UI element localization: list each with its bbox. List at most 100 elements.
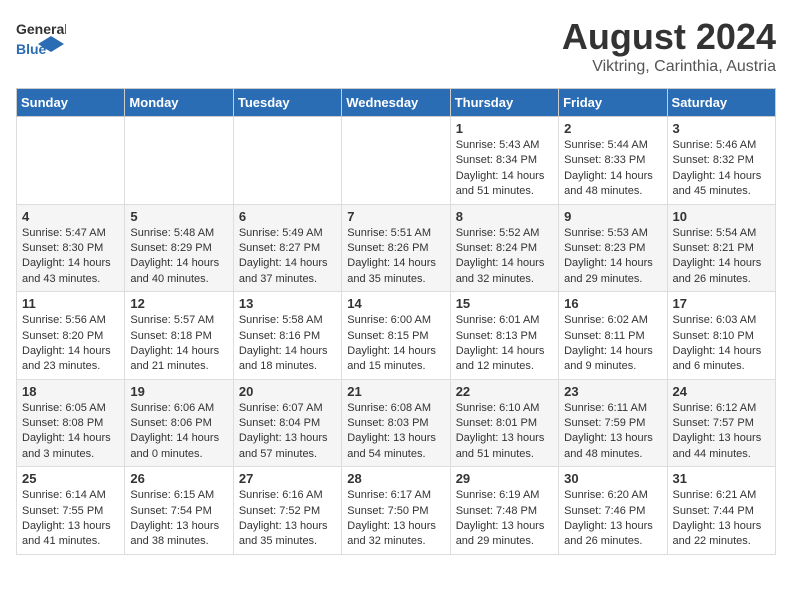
- day-number: 8: [456, 209, 553, 224]
- day-info: Sunrise: 6:19 AM Sunset: 7:48 PM Dayligh…: [456, 488, 553, 550]
- calendar-cell: [17, 117, 125, 205]
- day-info: Sunrise: 6:15 AM Sunset: 7:54 PM Dayligh…: [130, 488, 227, 550]
- day-info: Sunrise: 6:01 AM Sunset: 8:13 PM Dayligh…: [456, 313, 553, 375]
- day-info: Sunrise: 6:17 AM Sunset: 7:50 PM Dayligh…: [347, 488, 444, 550]
- calendar-cell: 7Sunrise: 5:51 AM Sunset: 8:26 PM Daylig…: [342, 204, 450, 292]
- location: Viktring, Carinthia, Austria: [562, 58, 776, 76]
- day-header-saturday: Saturday: [667, 89, 775, 117]
- day-number: 22: [456, 384, 553, 399]
- day-info: Sunrise: 5:48 AM Sunset: 8:29 PM Dayligh…: [130, 226, 227, 288]
- calendar-cell: 4 Sunrise: 5:47 AM Sunset: 8:30 PM Daylig…: [17, 204, 125, 292]
- day-number: 28: [347, 471, 444, 486]
- calendar-cell: 24Sunrise: 6:12 AM Sunset: 7:57 PM Dayli…: [667, 379, 775, 467]
- calendar-cell: 17 Sunrise: 6:03 AM Sunset: 8:10 PM Dayli…: [667, 292, 775, 380]
- calendar-header: SundayMondayTuesdayWednesdayThursdayFrid…: [17, 89, 776, 117]
- header: General Blue August 2024 Viktring, Carint…: [16, 16, 776, 76]
- day-header-sunday: Sunday: [17, 89, 125, 117]
- day-number: 15: [456, 296, 553, 311]
- day-number: 4: [22, 209, 119, 224]
- calendar-cell: 31Sunrise: 6:21 AM Sunset: 7:44 PM Dayli…: [667, 467, 775, 555]
- calendar-week-3: 11 Sunrise: 5:56 AM Sunset: 8:20 PM Dayli…: [17, 292, 776, 380]
- day-info: Sunrise: 6:06 AM Sunset: 8:06 PM Dayligh…: [130, 401, 227, 463]
- calendar-cell: 3Sunrise: 5:46 AM Sunset: 8:32 PM Daylig…: [667, 117, 775, 205]
- title-section: August 2024 Viktring, Carinthia, Austria: [562, 16, 776, 76]
- day-number: 17: [673, 296, 770, 311]
- day-number: 6: [239, 209, 336, 224]
- day-info: Sunrise: 5:54 AM Sunset: 8:21 PM Dayligh…: [673, 226, 770, 288]
- calendar-cell: 29 Sunrise: 6:19 AM Sunset: 7:48 PM Dayli…: [450, 467, 558, 555]
- day-info: Sunrise: 5:47 AM Sunset: 8:30 PM Dayligh…: [22, 226, 119, 288]
- day-number: 13: [239, 296, 336, 311]
- day-info: Sunrise: 6:07 AM Sunset: 8:04 PM Dayligh…: [239, 401, 336, 463]
- calendar-cell: 14Sunrise: 6:00 AM Sunset: 8:15 PM Dayli…: [342, 292, 450, 380]
- day-number: 30: [564, 471, 661, 486]
- day-number: 21: [347, 384, 444, 399]
- day-number: 5: [130, 209, 227, 224]
- day-number: 18: [22, 384, 119, 399]
- day-info: Sunrise: 6:05 AM Sunset: 8:08 PM Dayligh…: [22, 401, 119, 463]
- calendar-cell: [125, 117, 233, 205]
- day-number: 16: [564, 296, 661, 311]
- day-info: Sunrise: 6:03 AM Sunset: 8:10 PM Dayligh…: [673, 313, 770, 375]
- day-number: 1: [456, 121, 553, 136]
- calendar-week-1: 1 Sunrise: 5:43 AM Sunset: 8:34 PM Daylig…: [17, 117, 776, 205]
- day-info: Sunrise: 6:02 AM Sunset: 8:11 PM Dayligh…: [564, 313, 661, 375]
- day-number: 12: [130, 296, 227, 311]
- calendar-week-4: 18 Sunrise: 6:05 AM Sunset: 8:08 PM Dayli…: [17, 379, 776, 467]
- calendar-cell: 2 Sunrise: 5:44 AM Sunset: 8:33 PM Daylig…: [559, 117, 667, 205]
- day-number: 26: [130, 471, 227, 486]
- day-number: 19: [130, 384, 227, 399]
- day-header-wednesday: Wednesday: [342, 89, 450, 117]
- day-info: Sunrise: 5:44 AM Sunset: 8:33 PM Dayligh…: [564, 138, 661, 200]
- calendar-cell: 15 Sunrise: 6:01 AM Sunset: 8:13 PM Dayli…: [450, 292, 558, 380]
- day-info: Sunrise: 5:43 AM Sunset: 8:34 PM Dayligh…: [456, 138, 553, 200]
- generalblue-logo-icon: General Blue: [16, 16, 66, 61]
- calendar-cell: 27 Sunrise: 6:16 AM Sunset: 7:52 PM Dayli…: [233, 467, 341, 555]
- day-number: 2: [564, 121, 661, 136]
- day-info: Sunrise: 5:56 AM Sunset: 8:20 PM Dayligh…: [22, 313, 119, 375]
- day-number: 31: [673, 471, 770, 486]
- calendar-cell: 28 Sunrise: 6:17 AM Sunset: 7:50 PM Dayli…: [342, 467, 450, 555]
- day-info: Sunrise: 6:20 AM Sunset: 7:46 PM Dayligh…: [564, 488, 661, 550]
- day-number: 29: [456, 471, 553, 486]
- calendar-cell: 10 Sunrise: 5:54 AM Sunset: 8:21 PM Dayli…: [667, 204, 775, 292]
- day-number: 23: [564, 384, 661, 399]
- calendar-week-2: 4 Sunrise: 5:47 AM Sunset: 8:30 PM Daylig…: [17, 204, 776, 292]
- calendar-cell: 13Sunrise: 5:58 AM Sunset: 8:16 PM Dayli…: [233, 292, 341, 380]
- day-info: Sunrise: 5:57 AM Sunset: 8:18 PM Dayligh…: [130, 313, 227, 375]
- calendar-cell: 8 Sunrise: 5:52 AM Sunset: 8:24 PM Daylig…: [450, 204, 558, 292]
- calendar-cell: 9Sunrise: 5:53 AM Sunset: 8:23 PM Daylig…: [559, 204, 667, 292]
- calendar-week-5: 25 Sunrise: 6:14 AM Sunset: 7:55 PM Dayli…: [17, 467, 776, 555]
- day-info: Sunrise: 6:12 AM Sunset: 7:57 PM Dayligh…: [673, 401, 770, 463]
- day-info: Sunrise: 6:10 AM Sunset: 8:01 PM Dayligh…: [456, 401, 553, 463]
- day-info: Sunrise: 5:53 AM Sunset: 8:23 PM Dayligh…: [564, 226, 661, 288]
- calendar-cell: 19 Sunrise: 6:06 AM Sunset: 8:06 PM Dayli…: [125, 379, 233, 467]
- day-info: Sunrise: 6:14 AM Sunset: 7:55 PM Dayligh…: [22, 488, 119, 550]
- svg-text:General: General: [16, 21, 66, 37]
- svg-text:Blue: Blue: [16, 41, 47, 57]
- day-number: 10: [673, 209, 770, 224]
- calendar-cell: 12 Sunrise: 5:57 AM Sunset: 8:18 PM Dayli…: [125, 292, 233, 380]
- calendar-cell: 16 Sunrise: 6:02 AM Sunset: 8:11 PM Dayli…: [559, 292, 667, 380]
- calendar-cell: 21Sunrise: 6:08 AM Sunset: 8:03 PM Dayli…: [342, 379, 450, 467]
- days-header-row: SundayMondayTuesdayWednesdayThursdayFrid…: [17, 89, 776, 117]
- day-info: Sunrise: 6:16 AM Sunset: 7:52 PM Dayligh…: [239, 488, 336, 550]
- calendar-cell: 20 Sunrise: 6:07 AM Sunset: 8:04 PM Dayli…: [233, 379, 341, 467]
- calendar-cell: 11 Sunrise: 5:56 AM Sunset: 8:20 PM Dayli…: [17, 292, 125, 380]
- day-number: 3: [673, 121, 770, 136]
- day-number: 20: [239, 384, 336, 399]
- day-number: 27: [239, 471, 336, 486]
- day-header-monday: Monday: [125, 89, 233, 117]
- logo: General Blue: [16, 16, 66, 61]
- day-header-thursday: Thursday: [450, 89, 558, 117]
- calendar-cell: 6Sunrise: 5:49 AM Sunset: 8:27 PM Daylig…: [233, 204, 341, 292]
- day-number: 25: [22, 471, 119, 486]
- day-number: 11: [22, 296, 119, 311]
- day-info: Sunrise: 5:52 AM Sunset: 8:24 PM Dayligh…: [456, 226, 553, 288]
- day-info: Sunrise: 6:11 AM Sunset: 7:59 PM Dayligh…: [564, 401, 661, 463]
- day-info: Sunrise: 6:00 AM Sunset: 8:15 PM Dayligh…: [347, 313, 444, 375]
- calendar-cell: 30 Sunrise: 6:20 AM Sunset: 7:46 PM Dayli…: [559, 467, 667, 555]
- calendar-cell: 1 Sunrise: 5:43 AM Sunset: 8:34 PM Daylig…: [450, 117, 558, 205]
- calendar-cell: [342, 117, 450, 205]
- calendar-cell: 22 Sunrise: 6:10 AM Sunset: 8:01 PM Dayli…: [450, 379, 558, 467]
